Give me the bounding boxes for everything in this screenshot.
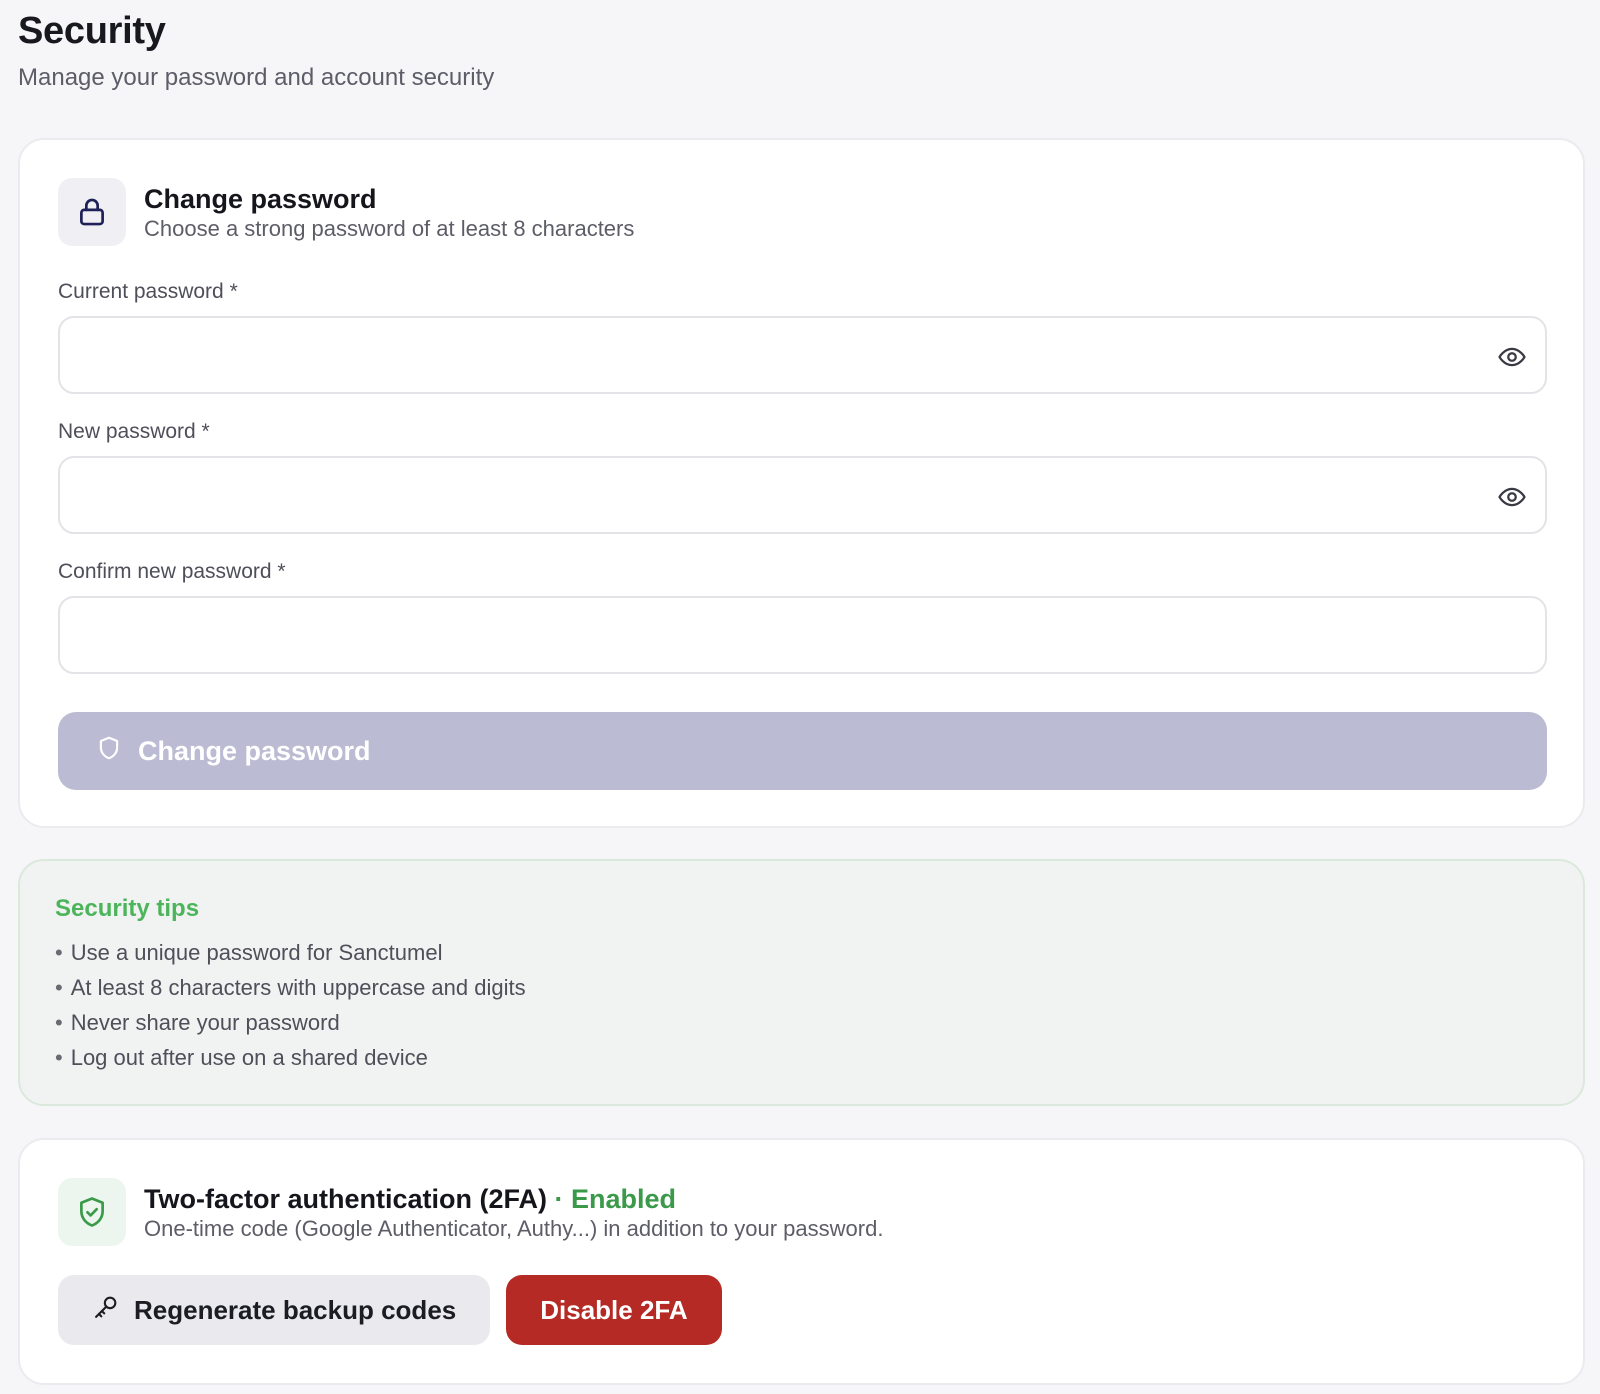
two-factor-title: Two-factor authentication (2FA) · Enable… [144,1184,676,1215]
two-factor-title-text: Two-factor authentication (2FA) [144,1184,547,1214]
new-password-input[interactable] [60,458,1545,532]
list-item: Never share your password [55,1005,526,1040]
confirm-password-field [58,596,1547,674]
two-factor-description: One-time code (Google Authenticator, Aut… [144,1216,884,1241]
current-password-input[interactable] [60,318,1545,392]
security-tips-card: Security tips Use a unique password for … [18,859,1585,1106]
key-icon [92,1293,120,1328]
list-item: Use a unique password for Sanctumel [55,935,526,970]
shield-check-icon [58,1178,126,1246]
new-password-label: New password * [58,420,210,443]
eye-icon[interactable] [1497,482,1527,512]
confirm-password-label: Confirm new password * [58,560,286,583]
two-factor-actions: Regenerate backup codes Disable 2FA [58,1275,722,1345]
change-password-button[interactable]: Change password [58,712,1547,790]
eye-icon[interactable] [1497,342,1527,372]
two-factor-card: Two-factor authentication (2FA) · Enable… [18,1138,1585,1385]
change-password-title: Change password [144,184,377,214]
security-tips-list: Use a unique password for Sanctumel At l… [55,935,526,1075]
list-item: At least 8 characters with uppercase and… [55,970,526,1005]
status-badge: · Enabled [554,1184,677,1214]
security-tips-title: Security tips [55,895,200,922]
lock-icon [58,178,126,246]
shield-icon [96,735,122,768]
disable-2fa-button[interactable]: Disable 2FA [506,1275,722,1345]
current-password-label: Current password * [58,280,238,303]
regenerate-backup-codes-button[interactable]: Regenerate backup codes [58,1275,491,1345]
change-password-description: Choose a strong password of at least 8 c… [144,216,635,241]
security-page: Security Manage your password and accoun… [0,0,1600,1394]
page-title: Security [18,10,166,52]
regenerate-backup-codes-label: Regenerate backup codes [134,1294,457,1325]
new-password-field [58,456,1547,534]
page-subtitle: Manage your password and account securit… [18,64,495,91]
change-password-button-label: Change password [138,735,371,766]
current-password-field [58,316,1547,394]
change-password-card: Change password Choose a strong password… [18,138,1585,828]
confirm-password-input[interactable] [60,598,1545,672]
list-item: Log out after use on a shared device [55,1040,526,1075]
